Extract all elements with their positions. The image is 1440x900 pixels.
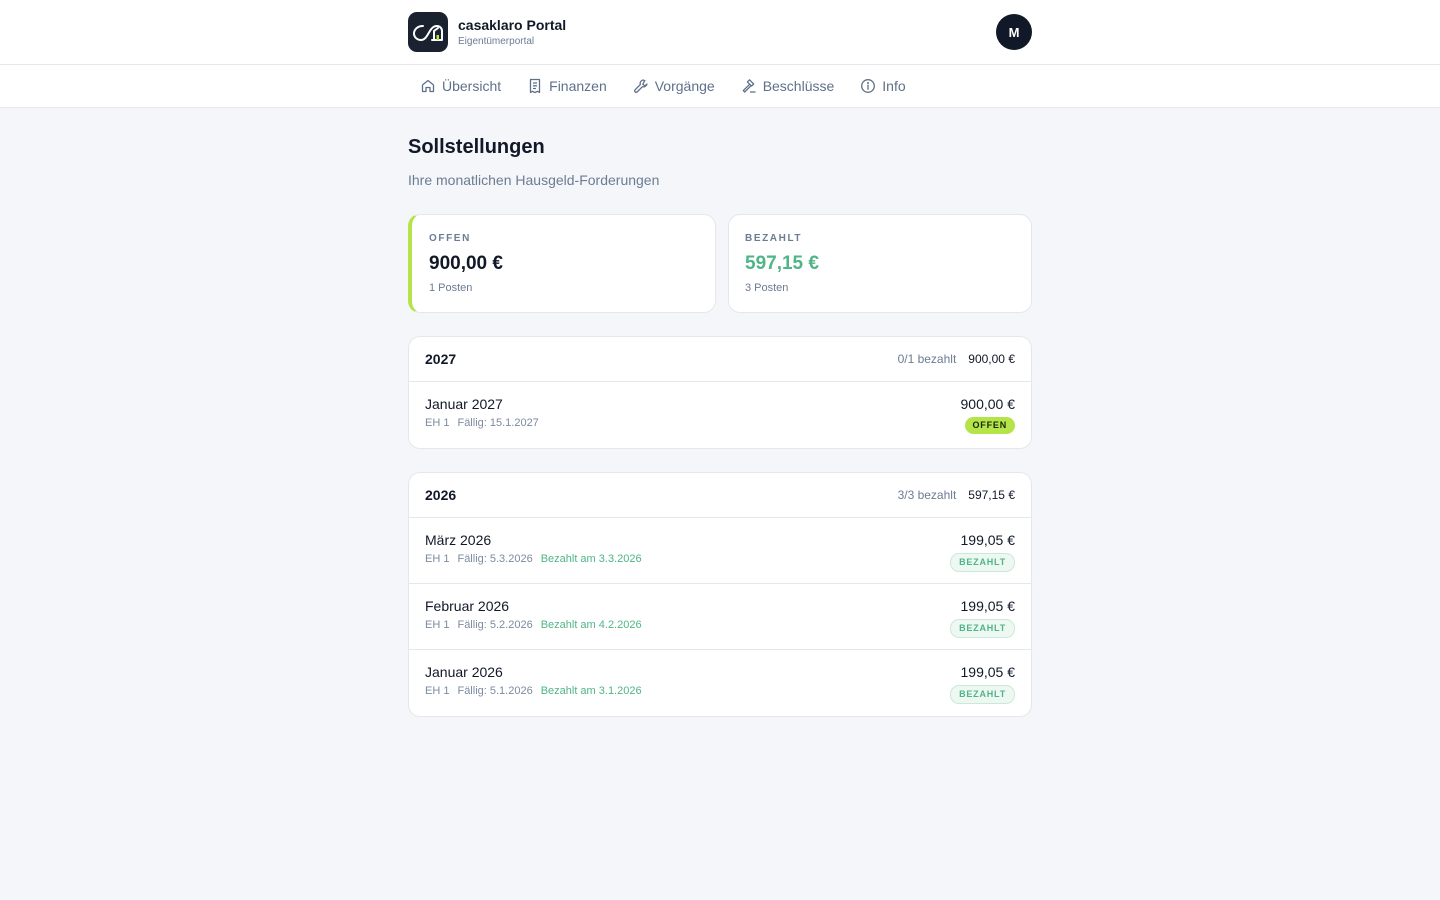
open-label: OFFEN bbox=[429, 233, 471, 244]
year-title: 2026 bbox=[425, 487, 457, 503]
nav-label: Finanzen bbox=[549, 78, 607, 94]
year-header[interactable]: 2026 3/3 bezahlt 597,15 € bbox=[409, 473, 1031, 518]
charge-unit: EH 1 bbox=[425, 553, 450, 565]
open-amount: 900,00 € bbox=[429, 253, 503, 274]
nav-item-vorgaenge[interactable]: Vorgänge bbox=[621, 65, 725, 107]
charge-row[interactable]: März 2026 EH 1 Fällig: 5.3.2026 Bezahlt … bbox=[409, 518, 1031, 584]
charge-due-date: Fällig: 5.2.2026 bbox=[457, 619, 533, 631]
home-icon bbox=[421, 79, 435, 93]
status-badge: BEZAHLT bbox=[950, 685, 1015, 704]
user-avatar[interactable]: M bbox=[996, 14, 1032, 50]
receipt-icon bbox=[529, 78, 541, 94]
charge-unit: EH 1 bbox=[425, 417, 450, 429]
info-icon bbox=[861, 79, 876, 93]
main-content: Sollstellungen Ihre monatlichen Hausgeld… bbox=[408, 108, 1032, 717]
page-subtitle: Ihre monatlichen Hausgeld-Forderungen bbox=[408, 172, 660, 188]
charge-due-date: Fällig: 5.1.2026 bbox=[457, 685, 533, 697]
charge-row[interactable]: Januar 2026 EH 1 Fällig: 5.1.2026 Bezahl… bbox=[409, 650, 1031, 716]
charge-title: Februar 2026 bbox=[425, 598, 510, 614]
paid-label: BEZAHLT bbox=[745, 233, 803, 244]
year-group-2026: 2026 3/3 bezahlt 597,15 € März 2026 EH 1… bbox=[408, 472, 1032, 717]
nav-item-info[interactable]: Info bbox=[848, 65, 915, 107]
year-title: 2027 bbox=[425, 351, 457, 367]
charge-amount: 900,00 € bbox=[960, 396, 1016, 412]
app-title: casaklaro Portal bbox=[458, 16, 567, 33]
year-group-2027: 2027 0/1 bezahlt 900,00 € Januar 2027 EH… bbox=[408, 336, 1032, 449]
charge-title: Januar 2026 bbox=[425, 664, 503, 680]
charge-amount: 199,05 € bbox=[960, 598, 1016, 614]
nav-item-uebersicht[interactable]: Übersicht bbox=[408, 65, 511, 107]
charge-paid-date: Bezahlt am 3.3.2026 bbox=[540, 553, 642, 565]
year-total: 597,15 € bbox=[968, 488, 1015, 502]
paid-count: 3 Posten bbox=[745, 282, 789, 294]
charge-row[interactable]: Februar 2026 EH 1 Fällig: 5.2.2026 Bezah… bbox=[409, 584, 1031, 650]
top-header: casaklaro Portal Eigentümerportal M bbox=[0, 0, 1440, 65]
main-nav: Übersicht Finanzen Vorgänge Beschlüsse I… bbox=[0, 65, 1440, 108]
nav-label: Info bbox=[882, 78, 906, 94]
nav-label: Übersicht bbox=[442, 78, 502, 94]
year-total: 900,00 € bbox=[968, 352, 1015, 366]
gavel-icon bbox=[742, 79, 756, 93]
nav-label: Vorgänge bbox=[654, 78, 715, 94]
nav-label: Beschlüsse bbox=[762, 78, 835, 94]
charge-title: März 2026 bbox=[425, 532, 492, 548]
charge-amount: 199,05 € bbox=[960, 532, 1016, 548]
wrench-icon bbox=[633, 79, 648, 93]
charge-unit: EH 1 bbox=[425, 619, 450, 631]
paid-amount: 597,15 € bbox=[745, 253, 819, 274]
nav-item-finanzen[interactable]: Finanzen bbox=[515, 65, 617, 107]
nav-item-beschluesse[interactable]: Beschlüsse bbox=[729, 65, 845, 107]
year-paid-status: 0/1 bezahlt bbox=[897, 352, 957, 366]
casaklaro-logo-icon bbox=[408, 12, 448, 52]
charge-unit: EH 1 bbox=[425, 685, 450, 697]
status-badge: OFFEN bbox=[964, 417, 1015, 434]
charge-due-date: Fällig: 15.1.2027 bbox=[457, 417, 539, 429]
charge-paid-date: Bezahlt am 4.2.2026 bbox=[540, 619, 642, 631]
page-title: Sollstellungen bbox=[408, 136, 545, 158]
paid-summary-card[interactable]: BEZAHLT 597,15 € 3 Posten bbox=[728, 214, 1032, 313]
charge-amount: 199,05 € bbox=[960, 664, 1016, 680]
app-subtitle: Eigentümerportal bbox=[458, 35, 535, 47]
status-badge: BEZAHLT bbox=[950, 553, 1015, 572]
charge-title: Januar 2027 bbox=[425, 396, 503, 412]
year-header[interactable]: 2027 0/1 bezahlt 900,00 € bbox=[409, 337, 1031, 382]
charge-paid-date: Bezahlt am 3.1.2026 bbox=[540, 685, 642, 697]
charge-row[interactable]: Januar 2027 EH 1 Fällig: 15.1.2027 900,0… bbox=[409, 382, 1031, 448]
status-badge: BEZAHLT bbox=[950, 619, 1015, 638]
brand[interactable]: casaklaro Portal Eigentümerportal bbox=[408, 12, 566, 52]
open-count: 1 Posten bbox=[429, 282, 473, 294]
open-summary-card[interactable]: OFFEN 900,00 € 1 Posten bbox=[408, 214, 716, 313]
summary-cards: OFFEN 900,00 € 1 Posten BEZAHLT 597,15 €… bbox=[408, 214, 1032, 313]
charge-due-date: Fällig: 5.3.2026 bbox=[457, 553, 533, 565]
year-paid-status: 3/3 bezahlt bbox=[897, 488, 957, 502]
